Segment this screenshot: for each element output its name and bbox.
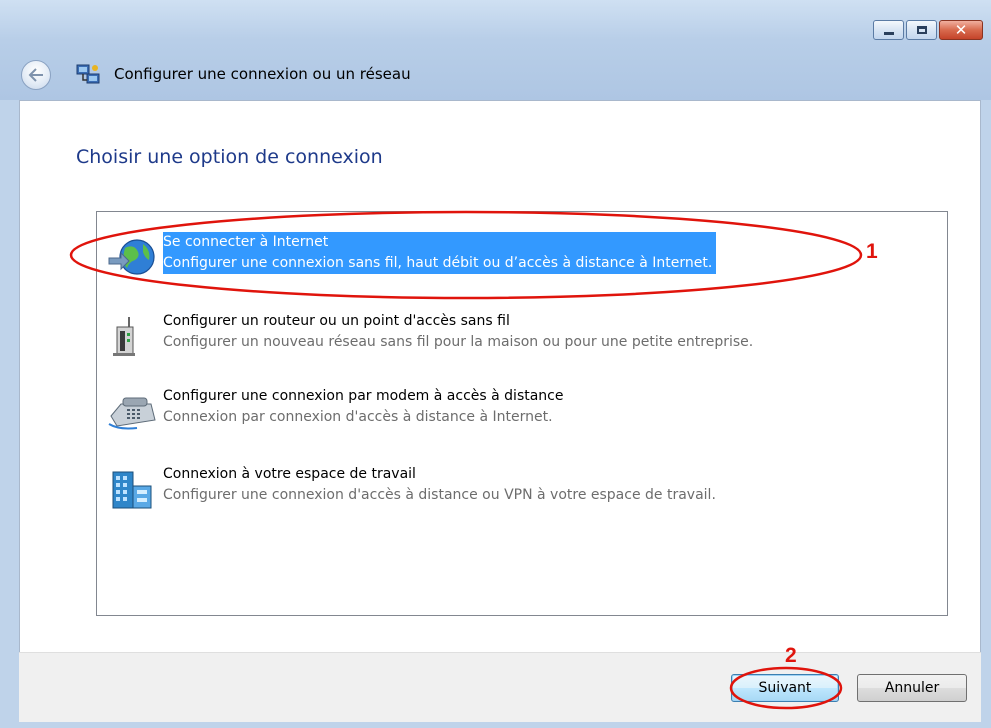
- annotation-step-2: 2: [785, 644, 797, 667]
- minimize-button[interactable]: [873, 20, 904, 40]
- option-router[interactable]: Configurer un routeur ou un point d'accè…: [103, 309, 903, 361]
- option-text: Configurer une connexion par modem à acc…: [163, 386, 563, 428]
- wireless-router-icon: [113, 317, 135, 356]
- option-text: Configurer un routeur ou un point d'accè…: [163, 311, 753, 353]
- option-title: Configurer un routeur ou un point d'accè…: [163, 313, 510, 329]
- globe-internet-icon: [108, 239, 155, 275]
- network-wizard-icon: [76, 64, 100, 84]
- option-workplace[interactable]: Connexion à votre espace de travail Conf…: [103, 462, 903, 514]
- next-button[interactable]: Suivant: [731, 674, 839, 702]
- maximize-button[interactable]: [906, 20, 937, 40]
- option-description: Connexion par connexion d'accès à distan…: [163, 409, 553, 425]
- button-bar: Suivant Annuler: [19, 652, 981, 722]
- option-description: Configurer un nouveau réseau sans fil po…: [163, 334, 754, 350]
- wizard-window: ✕ Configurer une connexion ou un réseau …: [0, 0, 991, 728]
- option-text: Connexion à votre espace de travail Conf…: [163, 464, 716, 506]
- close-button[interactable]: ✕: [939, 20, 983, 40]
- option-dialup-modem[interactable]: Configurer une connexion par modem à acc…: [103, 384, 903, 436]
- annotation-step-1: 1: [866, 240, 878, 263]
- connection-options-list[interactable]: Se connecter à Internet Configurer une c…: [96, 211, 948, 616]
- option-title: Se connecter à Internet: [163, 234, 329, 250]
- option-text: Se connecter à Internet Configurer une c…: [163, 232, 717, 274]
- option-description: Configurer une connexion sans fil, haut …: [163, 255, 713, 271]
- option-title: Connexion à votre espace de travail: [163, 466, 416, 482]
- caption-buttons: ✕: [873, 20, 983, 40]
- option-title: Configurer une connexion par modem à acc…: [163, 388, 564, 404]
- title-bar[interactable]: ✕ Configurer une connexion ou un réseau: [0, 0, 991, 100]
- option-internet[interactable]: Se connecter à Internet Configurer une c…: [103, 230, 903, 282]
- wizard-content: Choisir une option de connexion Se conne…: [19, 100, 981, 652]
- workplace-building-icon: [112, 471, 152, 509]
- back-arrow-icon: [28, 68, 43, 82]
- maximize-icon: [916, 26, 927, 34]
- back-button[interactable]: [21, 60, 51, 90]
- option-description: Configurer une connexion d'accès à dista…: [163, 487, 716, 503]
- close-icon: ✕: [954, 21, 968, 39]
- cancel-button[interactable]: Annuler: [857, 674, 967, 702]
- page-heading: Choisir une option de connexion: [76, 146, 383, 168]
- minimize-icon: [883, 32, 894, 35]
- window-title: Configurer une connexion ou un réseau: [114, 65, 411, 83]
- dialup-modem-phone-icon: [108, 397, 156, 430]
